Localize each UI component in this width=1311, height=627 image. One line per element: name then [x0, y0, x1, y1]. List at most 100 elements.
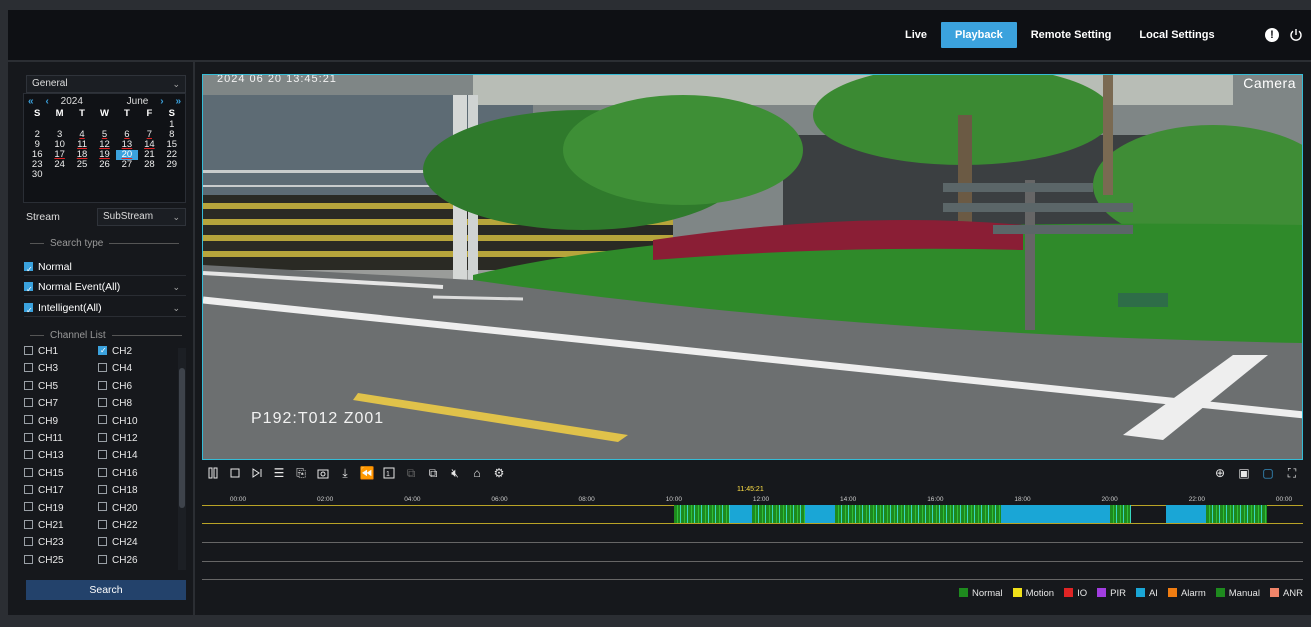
channel-item[interactable]: CH4	[98, 363, 132, 375]
next-year-icon[interactable]: »	[175, 96, 181, 107]
channel-item[interactable]: CH14	[98, 450, 138, 462]
clip-end-icon[interactable]: ⧉	[422, 464, 444, 482]
speed-icon[interactable]: 1	[378, 464, 400, 482]
channel-checkbox[interactable]	[98, 415, 107, 425]
intelligent-checkbox[interactable]	[24, 302, 33, 320]
calendar-day[interactable]: 29	[161, 160, 183, 170]
channel-item[interactable]: CH15	[24, 467, 64, 480]
channel-checkbox[interactable]	[98, 450, 107, 460]
prev-month-icon[interactable]: ‹	[45, 96, 48, 107]
tab-playback[interactable]: Playback	[941, 22, 1017, 48]
mute-icon[interactable]: 🔇︎	[444, 464, 466, 482]
normal-event-checkbox[interactable]	[24, 281, 33, 299]
channel-item[interactable]: CH23	[24, 537, 64, 549]
channel-checkbox[interactable]	[24, 380, 33, 390]
channel-item[interactable]: CH12	[98, 432, 138, 445]
timeline-segment-ai[interactable]	[730, 505, 753, 523]
download-icon[interactable]: ⤓	[334, 464, 356, 482]
tab-remote-setting[interactable]: Remote Setting	[1017, 22, 1126, 48]
channel-checkbox[interactable]	[98, 345, 107, 357]
channel-checkbox[interactable]	[24, 554, 33, 564]
power-icon[interactable]	[1289, 28, 1303, 42]
channel-item[interactable]: CH16	[98, 467, 138, 480]
timeline-segment-ai[interactable]	[1166, 505, 1206, 523]
channel-checkbox[interactable]	[98, 380, 107, 390]
timeline-segment-normal[interactable]	[752, 505, 805, 523]
channel-item[interactable]: CH26	[98, 554, 138, 567]
channel-checkbox[interactable]	[24, 485, 33, 495]
channel-item[interactable]: CH9	[24, 415, 58, 428]
channel-checkbox[interactable]	[24, 502, 33, 512]
channel-checkbox[interactable]	[24, 537, 33, 547]
channel-item[interactable]: CH18	[98, 485, 138, 497]
channel-checkbox[interactable]	[24, 450, 33, 460]
channel-checkbox[interactable]	[98, 502, 107, 512]
channel-item[interactable]: CH22	[98, 519, 138, 532]
calendar-day[interactable]: 28	[138, 160, 160, 170]
step-forward-icon[interactable]	[246, 464, 268, 482]
snapshot-icon[interactable]	[312, 464, 334, 482]
channel-item[interactable]: CH1	[24, 345, 58, 358]
channel-checkbox[interactable]	[98, 537, 107, 547]
channel-checkbox[interactable]	[24, 519, 33, 529]
tab-live[interactable]: Live	[891, 22, 941, 48]
channel-item[interactable]: CH21	[24, 519, 64, 532]
calendar-day[interactable]: 30	[26, 170, 48, 180]
rewind-icon[interactable]: ⏪	[356, 464, 378, 482]
search-type-normal-event[interactable]: Normal Event(All) ⌄	[24, 278, 186, 299]
channel-checkbox[interactable]	[24, 345, 33, 355]
next-month-icon[interactable]: ›	[160, 96, 163, 107]
channel-item[interactable]: CH7	[24, 398, 58, 410]
channel-item[interactable]: CH19	[24, 502, 64, 515]
timeline-segment-ai[interactable]	[1000, 505, 1110, 523]
video-view[interactable]: 2024 06 20 13:45:21 Camera P192:T012 Z00…	[202, 74, 1303, 460]
channel-checkbox[interactable]	[24, 432, 33, 442]
channel-checkbox[interactable]	[98, 467, 107, 477]
calendar-day[interactable]: 26	[93, 160, 115, 170]
info-icon[interactable]: !	[1265, 28, 1279, 42]
channel-item[interactable]: CH25	[24, 554, 64, 567]
calendar-day[interactable]: 24	[48, 160, 70, 170]
channel-item[interactable]: CH17	[24, 485, 64, 497]
channel-checkbox[interactable]	[24, 363, 33, 373]
prev-year-icon[interactable]: «	[28, 96, 34, 107]
chevron-down-icon[interactable]: ⌄	[172, 299, 180, 317]
channel-checkbox[interactable]	[98, 554, 107, 564]
pause-icon[interactable]	[202, 464, 224, 482]
channel-checkbox[interactable]	[98, 363, 107, 373]
channel-item[interactable]: CH13	[24, 450, 64, 462]
mode-select[interactable]: General ⌄	[26, 75, 186, 93]
calendar-day[interactable]: 27	[116, 160, 138, 170]
channel-checkbox[interactable]	[24, 467, 33, 477]
channel-item[interactable]: CH11	[24, 432, 63, 445]
zoom-in-icon[interactable]: ⊕	[1209, 464, 1231, 482]
channel-item[interactable]: CH3	[24, 363, 58, 375]
channel-checkbox[interactable]	[98, 398, 107, 408]
timeline-segment-normal[interactable]	[835, 505, 1001, 523]
chevron-down-icon[interactable]: ⌄	[172, 278, 180, 296]
channel-item[interactable]: CH24	[98, 537, 138, 549]
calendar-day[interactable]: 25	[71, 160, 93, 170]
tag-icon[interactable]: ⌂	[466, 464, 488, 482]
stream-select[interactable]: SubStream ⌄	[97, 208, 186, 226]
channel-checkbox[interactable]	[24, 415, 33, 425]
search-type-normal[interactable]: Normal	[24, 258, 186, 279]
timeline-segment-normal[interactable]	[1205, 505, 1267, 523]
timeline-segment-normal[interactable]	[1109, 505, 1132, 523]
adjust-icon[interactable]: ☰	[268, 464, 290, 482]
timeline-segment-normal[interactable]	[673, 505, 731, 523]
scrollbar-thumb[interactable]	[179, 368, 185, 508]
channel-item[interactable]: CH2	[98, 345, 132, 358]
channel-checkbox[interactable]	[98, 519, 107, 529]
channel-scrollbar[interactable]	[178, 348, 186, 570]
tag-settings-icon[interactable]: ⚙	[488, 464, 510, 482]
backup-icon[interactable]: ⎘	[290, 464, 312, 482]
channel-item[interactable]: CH20	[98, 502, 138, 515]
tab-local-settings[interactable]: Local Settings	[1125, 22, 1228, 48]
channel-checkbox[interactable]	[98, 432, 107, 442]
channel-checkbox[interactable]	[98, 485, 107, 495]
normal-checkbox[interactable]	[24, 261, 33, 279]
stop-icon[interactable]	[224, 464, 246, 482]
timeline[interactable]: 00:00 02:00 04:00 06:00 08:00 10:00 12:00 14:00…	[202, 486, 1303, 581]
channel-item[interactable]: CH5	[24, 380, 58, 393]
